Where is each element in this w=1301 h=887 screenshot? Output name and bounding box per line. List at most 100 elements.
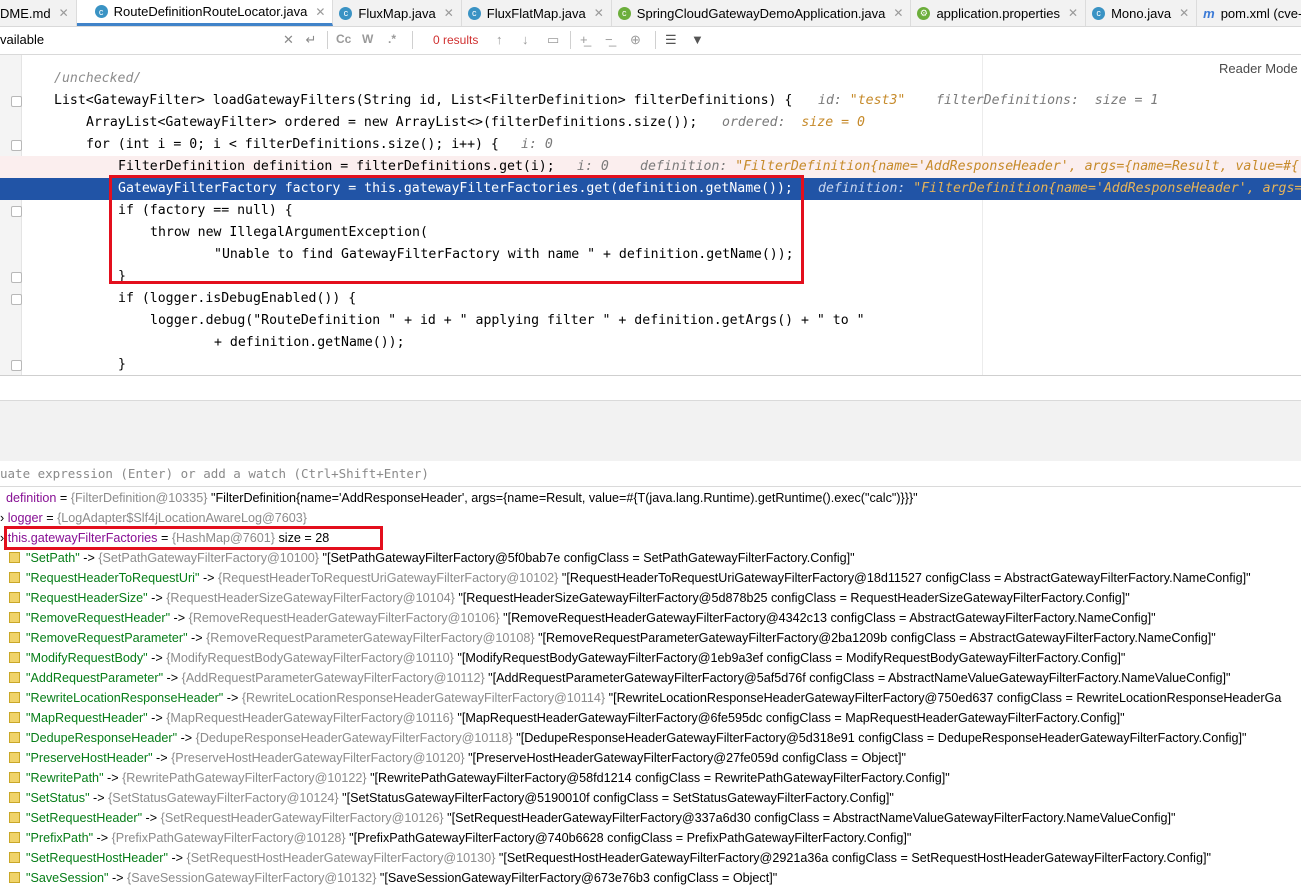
previous-occurrence-icon[interactable]: ↑ [496, 32, 503, 47]
tab-pom-xml[interactable]: m pom.xml (cve-2 [1197, 0, 1301, 26]
select-all-occurrences-icon[interactable]: ▭ [547, 32, 559, 48]
match-case-icon[interactable]: Cc [336, 32, 351, 46]
tab-springcloudgatewaydemoapplication[interactable]: c SpringCloudGatewayDemoApplication.java… [612, 0, 912, 26]
clear-search-icon[interactable]: ✕ ↵ [283, 32, 320, 48]
code-text: if (logger.isDebugEnabled()) { [118, 291, 357, 306]
close-icon[interactable]: ✕ [594, 6, 604, 20]
arrow: -> [177, 731, 196, 745]
close-icon[interactable]: ✕ [444, 6, 454, 20]
entry-value: "[AddRequestParameterGatewayFilterFactor… [488, 671, 1231, 685]
fold-icon[interactable] [11, 140, 22, 151]
hint-value: "FilterDefinition{name='AddResponseHeade… [913, 181, 1301, 196]
annotation-highlight-box [4, 526, 383, 550]
equals: = [46, 511, 58, 525]
code-line[interactable]: for (int i = 0; i < filterDefinitions.si… [0, 134, 1301, 156]
java-class-icon: c [94, 5, 108, 18]
variable-row[interactable]: definition = {FilterDefinition@10335} "F… [0, 488, 1301, 508]
fold-icon[interactable] [11, 96, 22, 107]
entry-key: "PrefixPath" [26, 831, 94, 845]
map-entry-row[interactable]: "SetPath" -> {SetPathGatewayFilterFactor… [0, 548, 1301, 568]
close-icon[interactable]: ✕ [315, 5, 325, 19]
entry-value: "[ModifyRequestBodyGatewayFilterFactory@… [457, 651, 1126, 665]
close-icon[interactable]: ✕ [893, 6, 903, 20]
variable-row[interactable]: › logger = {LogAdapter$Slf4jLocationAwar… [0, 508, 1301, 528]
map-entry-icon [9, 812, 20, 824]
entry-value: "[RemoveRequestParameterGatewayFilterFac… [538, 631, 1216, 645]
map-entry-row[interactable]: "AddRequestParameter" -> {AddRequestPara… [0, 668, 1301, 688]
map-entry-row[interactable]: "PreserveHostHeader" -> {PreserveHostHea… [0, 748, 1301, 768]
fold-icon[interactable] [11, 206, 22, 217]
filter-options-icon[interactable]: ☰ [665, 32, 677, 48]
regex-icon[interactable]: .* [388, 32, 396, 46]
tab-label: pom.xml (cve-2 [1220, 5, 1301, 21]
code-line[interactable]: logger.debug("RouteDefinition " + id + "… [0, 310, 1301, 332]
inline-debug-hint: definition: "FilterDefinition{name='AddR… [818, 178, 1301, 200]
map-entry-row[interactable]: "SetRequestHeader" -> {SetRequestHeaderG… [0, 808, 1301, 828]
entry-key: "SetPath" [26, 551, 80, 565]
code-line[interactable]: if (logger.isDebugEnabled()) { [0, 288, 1301, 310]
hint-label: ordered: [722, 115, 802, 130]
close-icon[interactable]: ✕ [1179, 6, 1189, 20]
map-entry-row[interactable]: "RemoveRequestParameter" -> {RemoveReque… [0, 628, 1301, 648]
properties-icon: ⚙ [917, 6, 931, 20]
code-line[interactable]: + definition.getName()); [0, 332, 1301, 354]
entry-value: "[RewriteLocationResponseHeaderGatewayFi… [608, 691, 1282, 705]
next-occurrence-icon[interactable]: ↓ [522, 32, 529, 47]
fold-icon[interactable] [11, 360, 22, 371]
close-icon[interactable]: ✕ [1068, 6, 1078, 20]
fold-icon[interactable] [11, 294, 22, 305]
map-entry-icon [9, 712, 20, 724]
tab-routedefinitionroutelocator[interactable]: c RouteDefinitionRouteLocator.java ✕ [76, 0, 334, 26]
arrow: -> [152, 751, 172, 765]
map-entry-row[interactable]: "MapRequestHeader" -> {MapRequestHeaderG… [0, 708, 1301, 728]
search-input[interactable]: vailable [0, 32, 44, 47]
map-entry-row[interactable]: "PrefixPath" -> {PrefixPathGatewayFilter… [0, 828, 1301, 848]
arrow: -> [147, 711, 167, 725]
expand-arrow-icon[interactable]: › [0, 511, 4, 525]
map-entry-row[interactable]: "SetRequestHostHeader" -> {SetRequestHos… [0, 848, 1301, 868]
tab-fluxflatmap[interactable]: c FluxFlatMap.java ✕ [462, 0, 612, 26]
map-entry-row[interactable]: "ModifyRequestBody" -> {ModifyRequestBod… [0, 648, 1301, 668]
code-line[interactable]: List<GatewayFilter> loadGatewayFilters(S… [0, 90, 1301, 112]
map-entry-row[interactable]: "RequestHeaderSize" -> {RequestHeaderSiz… [0, 588, 1301, 608]
map-entry-row[interactable]: "SaveSession" -> {SaveSessionGatewayFilt… [0, 868, 1301, 887]
entry-value: "[DedupeResponseHeaderGatewayFilterFacto… [516, 731, 1247, 745]
map-entry-row[interactable]: "DedupeResponseHeader" -> {DedupeRespons… [0, 728, 1301, 748]
whole-words-icon[interactable]: W [362, 32, 373, 46]
entry-type: {ModifyRequestBodyGatewayFilterFactory@1… [166, 651, 454, 665]
evaluate-expression-field[interactable]: uate expression (Enter) or add a watch (… [0, 461, 1301, 487]
fold-icon[interactable] [11, 272, 22, 283]
filter-icon[interactable]: ▼ [691, 32, 704, 47]
tab-mono[interactable]: c Mono.java ✕ [1086, 0, 1198, 26]
entry-type: {MapRequestHeaderGatewayFilterFactory@10… [166, 711, 454, 725]
code-editor[interactable]: Reader Mode /unchecked/ List<GatewayFilt… [0, 55, 1301, 375]
tab-readme[interactable]: DME.md ✕ [0, 0, 77, 26]
inline-debug-hint: ordered: size = 0 [722, 112, 865, 134]
entry-type: {RequestHeaderSizeGatewayFilterFactory@1… [166, 591, 455, 605]
entry-type: {RemoveRequestHeaderGatewayFilterFactory… [188, 611, 500, 625]
entry-key: "AddRequestParameter" [26, 671, 164, 685]
map-entry-row[interactable]: "RewritePath" -> {RewritePathGatewayFilt… [0, 768, 1301, 788]
code-line[interactable]: ArrayList<GatewayFilter> ordered = new A… [0, 112, 1301, 134]
tab-fluxmap[interactable]: c FluxMap.java ✕ [333, 0, 462, 26]
code-line[interactable]: } [0, 354, 1301, 375]
code-text: logger.debug("RouteDefinition " + id + "… [150, 313, 865, 328]
code-line[interactable]: /unchecked/ [0, 68, 1301, 90]
map-entry-row[interactable]: "SetStatus" -> {SetStatusGatewayFilterFa… [0, 788, 1301, 808]
hint-value: "test3" [849, 93, 906, 108]
tab-application-properties[interactable]: ⚙ application.properties ✕ [911, 0, 1087, 26]
arrow: -> [89, 791, 109, 805]
map-entry-row[interactable]: "RemoveRequestHeader" -> {RemoveRequestH… [0, 608, 1301, 628]
remove-occurrence-icon[interactable]: −̲ [605, 32, 613, 47]
entry-type: {SaveSessionGatewayFilterFactory@10132} [127, 871, 377, 885]
arrow: -> [199, 571, 218, 585]
variable-type: {LogAdapter$Slf4jLocationAwareLog@7603} [57, 511, 308, 525]
map-entry-row[interactable]: "RequestHeaderToRequestUri" -> {RequestH… [0, 568, 1301, 588]
select-all-icon[interactable]: ⊕ [630, 32, 641, 48]
add-occurrence-icon[interactable]: +̲ [580, 32, 588, 47]
close-icon[interactable]: ✕ [59, 6, 69, 20]
map-entry-row[interactable]: "RewriteLocationResponseHeader" -> {Rewr… [0, 688, 1301, 708]
entry-key: "RemoveRequestHeader" [26, 611, 171, 625]
map-entry-icon [9, 752, 20, 764]
map-entry-icon [9, 692, 20, 704]
